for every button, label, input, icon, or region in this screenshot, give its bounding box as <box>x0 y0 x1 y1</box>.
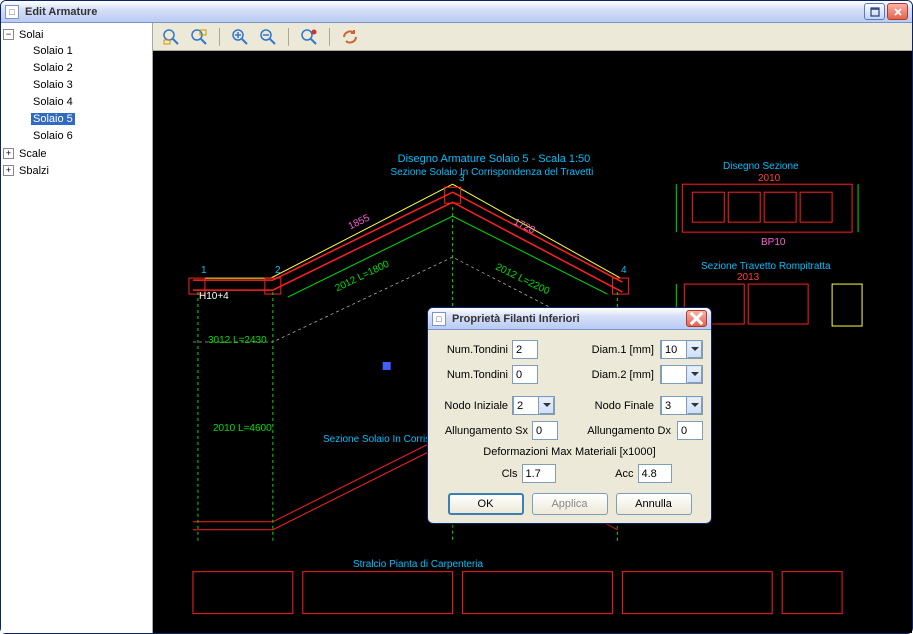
diam2-label: Diam.2 [mm] <box>542 369 654 381</box>
chevron-down-icon[interactable] <box>687 366 702 383</box>
tree-node-solaio-6[interactable]: Solaio 6 <box>31 128 150 145</box>
titlebar[interactable]: □ Edit Armature <box>1 1 912 23</box>
plan-label: Stralcio Pianta di Carpenteria <box>353 559 483 570</box>
cancel-button[interactable]: Annulla <box>616 493 692 515</box>
tree-node-solaio-3[interactable]: Solaio 3 <box>31 77 150 94</box>
ok-button[interactable]: OK <box>448 493 524 515</box>
num-tondini-2-input[interactable] <box>512 365 538 384</box>
num-tondini-1-label: Num.Tondini <box>436 344 508 356</box>
chevron-down-icon[interactable] <box>687 341 702 358</box>
toolbar <box>153 23 912 51</box>
close-button[interactable] <box>887 3 908 20</box>
tree-node-solaio-2[interactable]: Solaio 2 <box>31 60 150 77</box>
diam1-input[interactable] <box>661 340 687 359</box>
tree-node-sbalzi[interactable]: + Sbalzi <box>17 163 150 180</box>
apply-button[interactable]: Applica <box>532 493 608 515</box>
allung-sx-label: Allungamento Sx <box>436 425 528 437</box>
dim-2013: 2013 <box>737 272 759 283</box>
nodo-iniziale-combo[interactable] <box>512 396 555 415</box>
tree-node-solaio-1[interactable]: Solaio 1 <box>31 43 150 60</box>
tree-node-scale[interactable]: + Scale <box>17 146 150 163</box>
zoom-in-icon[interactable] <box>228 26 252 48</box>
node-label-2: 2 <box>275 265 281 276</box>
node-label-3: 3 <box>459 173 465 184</box>
dialog-title: Proprietà Filanti Inferiori <box>452 313 686 325</box>
dialog-icon: □ <box>432 312 446 326</box>
expand-icon[interactable]: + <box>3 165 14 176</box>
tree-node-solaio-5[interactable]: Solaio 5 <box>31 111 150 128</box>
zoom-reset-icon[interactable] <box>297 26 321 48</box>
diam2-input[interactable] <box>661 365 687 384</box>
collapse-icon[interactable]: − <box>3 29 14 40</box>
tree-node-solai[interactable]: − Solai Solaio 1 Solaio 2 Solaio 3 Solai… <box>17 27 150 146</box>
allung-sx-input[interactable] <box>532 421 558 440</box>
cls-input[interactable] <box>522 464 556 483</box>
window-title: Edit Armature <box>25 6 864 18</box>
tree-view[interactable]: − Solai Solaio 1 Solaio 2 Solaio 3 Solai… <box>1 23 153 633</box>
maximize-button[interactable] <box>864 3 885 20</box>
rebar-label-1: 3012 L=2430 <box>208 335 267 346</box>
dim-bp10: BP10 <box>761 237 785 248</box>
dialog-titlebar[interactable]: □ Proprietà Filanti Inferiori <box>428 308 711 330</box>
cls-label: Cls <box>468 468 518 480</box>
window-controls <box>864 3 908 20</box>
rebar-label-base: 2010 L=4600 <box>213 423 272 434</box>
allung-dx-label: Allungamento Dx <box>562 425 671 437</box>
nodo-finale-combo[interactable] <box>660 396 703 415</box>
toolbar-separator <box>288 28 289 46</box>
filanti-inferiori-dialog: □ Proprietà Filanti Inferiori Num.Tondin… <box>427 307 712 524</box>
acc-input[interactable] <box>638 464 672 483</box>
allung-dx-input[interactable] <box>677 421 703 440</box>
dialog-body: Num.Tondini Diam.1 [mm] Num.Tondini Diam… <box>428 330 711 523</box>
diam1-combo[interactable] <box>660 340 703 359</box>
right-top-title: Disegno Sezione <box>723 161 799 172</box>
expand-icon[interactable]: + <box>3 148 14 159</box>
diam2-combo[interactable] <box>660 365 703 384</box>
node-label-1: 1 <box>201 265 207 276</box>
zoom-window-icon[interactable] <box>187 26 211 48</box>
acc-label: Acc <box>594 468 634 480</box>
nodo-iniziale-input[interactable] <box>513 396 539 415</box>
chevron-down-icon[interactable] <box>687 397 702 414</box>
tree-node-solaio-4[interactable]: Solaio 4 <box>31 94 150 111</box>
note-h10: H10+4 <box>199 291 229 302</box>
nodo-iniziale-label: Nodo Iniziale <box>436 400 508 412</box>
num-tondini-1-input[interactable] <box>512 340 538 359</box>
node-label-4: 4 <box>621 265 627 276</box>
regen-icon[interactable] <box>338 26 362 48</box>
zoom-extents-icon[interactable] <box>159 26 183 48</box>
deform-heading: Deformazioni Max Materiali [x1000] <box>436 446 703 458</box>
diam1-label: Diam.1 [mm] <box>542 344 654 356</box>
num-tondini-2-label: Num.Tondini <box>436 369 508 381</box>
toolbar-separator <box>329 28 330 46</box>
zoom-out-icon[interactable] <box>256 26 280 48</box>
nodo-finale-input[interactable] <box>661 396 687 415</box>
nodo-finale-label: Nodo Finale <box>559 400 654 412</box>
dialog-close-button[interactable] <box>686 310 707 327</box>
toolbar-separator <box>219 28 220 46</box>
window-icon: □ <box>5 5 19 19</box>
dim-2010: 2010 <box>758 173 780 184</box>
right-mid-title: Sezione Travetto Rompitratta <box>701 261 831 272</box>
chevron-down-icon[interactable] <box>539 397 554 414</box>
